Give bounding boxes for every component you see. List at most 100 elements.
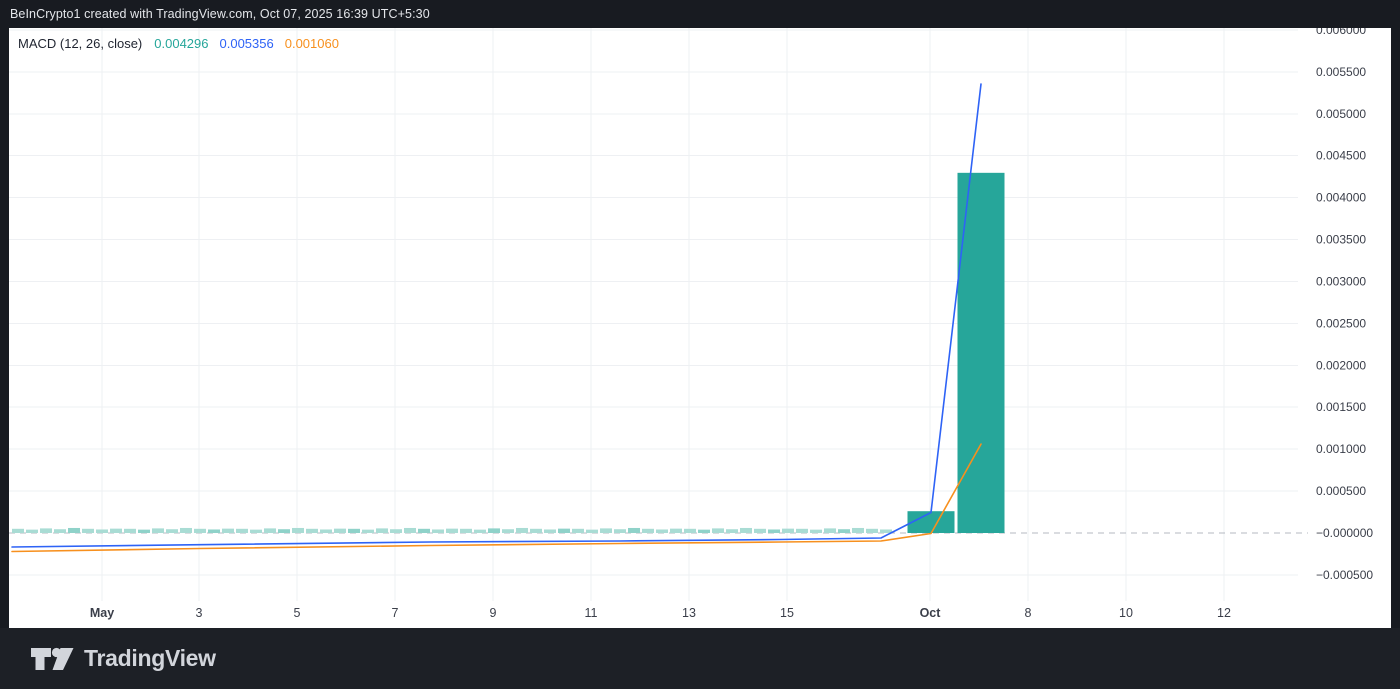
y-axis-label: 0.005500 [1316, 65, 1366, 79]
histogram-micro-bar [250, 530, 262, 533]
histogram-micro-bar [544, 529, 556, 533]
histogram-micro-bar [754, 529, 766, 533]
histogram-micro-bar [180, 528, 192, 533]
histogram-micro-bar [376, 528, 388, 533]
histogram-micro-bar [138, 530, 150, 533]
histogram-micro-bar [796, 529, 808, 533]
macd-pane: 0.006000 0.005500 0.005000 0.004500 0.004000… [0, 28, 1400, 628]
x-axis-label: 15 [780, 606, 794, 620]
histogram-micro-bar [628, 528, 640, 533]
y-axis-label: 0.004000 [1316, 191, 1366, 205]
y-axis-label: 0.005000 [1316, 107, 1366, 121]
histogram-micro-bar [516, 528, 528, 533]
histogram-micro-bar [26, 530, 38, 533]
tradingview-logo-icon [30, 645, 74, 673]
tradingview-logo-text: TradingView [84, 645, 216, 672]
y-axis-label: 0.001500 [1316, 400, 1366, 414]
macd-chart: 0.006000 0.005500 0.005000 0.004500 0.004000… [0, 28, 1400, 628]
tradingview-logo[interactable]: TradingView [30, 645, 216, 673]
x-axis-label: 9 [490, 606, 497, 620]
histogram-micro-bar [740, 528, 752, 533]
histogram-micro-bar [838, 529, 850, 533]
left-edge-strip [0, 28, 9, 628]
histogram-micro-bar [152, 528, 164, 533]
histogram-micro-bar [684, 529, 696, 533]
x-axis-label: 7 [392, 606, 399, 620]
histogram-micro-bar [810, 530, 822, 533]
attribution-bar: BeInCrypto1 created with TradingView.com… [0, 0, 1400, 28]
histogram-micro-bar [166, 529, 178, 533]
signal-line [12, 444, 981, 551]
histogram-micro-bar [334, 529, 346, 533]
histogram-micro-bar [558, 529, 570, 533]
histogram-micro-bar [474, 530, 486, 533]
histogram-micro-bar [866, 529, 878, 533]
macd-line [12, 84, 981, 547]
histogram-micro-bar [96, 529, 108, 533]
histogram-micro-bar [82, 529, 94, 533]
y-axis-label: −0.000500 [1316, 568, 1373, 582]
histogram-micro-bar [488, 528, 500, 533]
x-axis-label: 8 [1025, 606, 1032, 620]
histogram-value: 0.004296 [154, 36, 208, 51]
x-axis-label: 5 [294, 606, 301, 620]
histogram-micro-bar [54, 529, 66, 533]
histogram-micro-bar [726, 529, 738, 533]
histogram-micro-bar [68, 528, 80, 533]
histogram-micro-bar [824, 528, 836, 533]
right-edge-strip [1391, 28, 1400, 628]
x-axis-label: Oct [920, 606, 942, 620]
x-axis-label: 3 [196, 606, 203, 620]
histogram-micro-bar [12, 529, 24, 533]
y-axis-label: 0.003500 [1316, 233, 1366, 247]
histogram-micro-bar [404, 528, 416, 533]
y-axis-label: 0.003000 [1316, 274, 1366, 288]
x-axis-label: 13 [682, 606, 696, 620]
histogram-micro-bar [642, 529, 654, 533]
histogram-micro-bar [600, 528, 612, 533]
histogram-micro-bar [572, 529, 584, 533]
y-axis-label: 0.002000 [1316, 358, 1366, 372]
histogram-micro-bar [670, 529, 682, 533]
histogram-micro-bar [278, 529, 290, 533]
histogram-micro-bar [698, 530, 710, 533]
histogram-micro-bar [348, 529, 360, 533]
histogram-micro-bar [236, 529, 248, 533]
attribution-text: BeInCrypto1 created with TradingView.com… [10, 7, 430, 21]
footer-bar: TradingView [0, 628, 1400, 689]
histogram-micro-bar [782, 529, 794, 533]
tradingview-snapshot: BeInCrypto1 created with TradingView.com… [0, 0, 1400, 689]
y-axis-label: 0.002500 [1316, 316, 1366, 330]
histogram-micro-bar [292, 528, 304, 533]
indicator-legend[interactable]: MACD (12, 26, close) 0.004296 0.005356 0… [18, 36, 350, 51]
x-axis-label: 12 [1217, 606, 1231, 620]
histogram-micro-bar [320, 529, 332, 533]
histogram-micro-bar [432, 529, 444, 533]
y-axis-label: 0.006000 [1316, 28, 1366, 37]
histogram-micro-bar [460, 529, 472, 533]
y-axis-label: 0.004500 [1316, 149, 1366, 163]
histogram-micro-bar [194, 529, 206, 533]
indicator-title: MACD (12, 26, close) [18, 36, 142, 51]
histogram-micro-bar [264, 528, 276, 533]
x-axis-label: 10 [1119, 606, 1133, 620]
histogram-micro-bar [656, 529, 668, 533]
histogram-micro-bar [614, 529, 626, 533]
histogram-micro-bar [768, 529, 780, 533]
y-axis-label: −0.000000 [1316, 526, 1373, 540]
histogram-micro-bar [586, 530, 598, 533]
histogram-micro-bar [40, 528, 52, 533]
y-axis-label: 0.001000 [1316, 442, 1366, 456]
histogram-micro-bar [390, 529, 402, 533]
x-axis-label: 11 [585, 606, 598, 620]
histogram-micro-bar [208, 529, 220, 533]
histogram-micro-bar [852, 528, 864, 533]
macd-line-value: 0.005356 [220, 36, 274, 51]
signal-line-value: 0.001060 [285, 36, 339, 51]
histogram-micro-bar [124, 529, 136, 533]
histogram-micro-bar [306, 529, 318, 533]
histogram-micro-bar [418, 529, 430, 533]
x-axis-label: May [90, 606, 114, 620]
histogram-micro-bar [530, 529, 542, 533]
histogram-bar [908, 511, 955, 533]
